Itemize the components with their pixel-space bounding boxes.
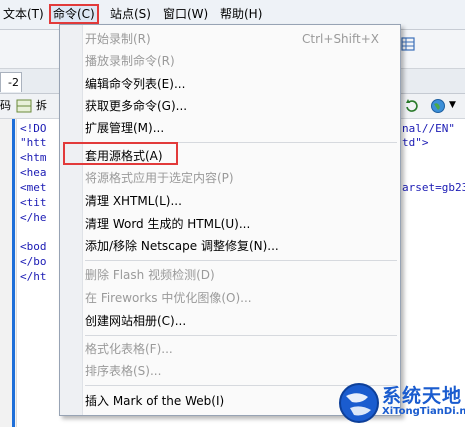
menu-text[interactable]: 文本(T) [3,6,44,22]
menu-item-play-recording[interactable]: 播放录制命令(R) [85,51,175,71]
menu-item-create-web-photo-album[interactable]: 创建网站相册(C)... [85,311,186,331]
code-fragment: arset=gb23 [402,181,465,194]
code-line: </ht [20,270,47,283]
shortcut-label: Ctrl+Shift+X [302,32,379,46]
code-fragment: nal//EN" [402,122,455,135]
gutter-marker [12,119,15,427]
code-line: "htt [20,136,47,149]
menu-help[interactable]: 帮助(H) [220,6,262,22]
menu-item-insert-mark-of-the-web[interactable]: 插入 Mark of the Web(I) [85,391,224,411]
watermark-subtitle: XiTongTianDi.net [382,406,465,417]
split-view-button[interactable]: 拆 [36,97,47,115]
menu-site[interactable]: 站点(S) [110,6,151,22]
menu-item-get-more-commands[interactable]: 获取更多命令(G)... [85,96,187,116]
menu-item-edit-command-list[interactable]: 编辑命令列表(E)... [85,74,185,94]
highlight-box [63,142,178,165]
code-line: </bo [20,255,47,268]
code-line: <met [20,181,47,194]
menu-item-remove-flash-detection[interactable]: 删除 Flash 视频检测(D) [85,265,215,285]
refresh-icon[interactable] [404,98,420,114]
menu-item-clean-word-html[interactable]: 清理 Word 生成的 HTML(U)... [85,214,250,234]
menu-item-start-recording[interactable]: 开始录制(R) [85,29,151,49]
code-line: <tit [20,196,47,209]
menu-item-apply-formatting-to-selection[interactable]: 将源格式应用于选定内容(P) [85,168,234,188]
menu-window[interactable]: 窗口(W) [163,6,208,22]
grid-icon[interactable] [400,36,416,52]
watermark-logo: 系统天地 XiTongTianDi.net [338,380,465,427]
code-line: <htm [20,151,47,164]
menu-item-netscape-resize-fix[interactable]: 添加/移除 Netscape 调整修复(N)... [85,236,279,256]
menu-item-sort-table[interactable]: 排序表格(S)... [85,361,161,381]
code-fragment: td"> [402,136,429,149]
menu-item-extension-manager[interactable]: 扩展管理(M)... [85,118,164,138]
split-view-icon [16,99,32,113]
menu-icon-gutter [60,25,83,415]
watermark-title: 系统天地 [382,385,463,407]
document-tab[interactable]: -2 [0,72,22,92]
menu-separator [85,335,397,336]
globe-icon[interactable] [430,98,446,114]
menu-separator [85,260,397,261]
globe-logo-icon [339,383,379,423]
menu-commands[interactable]: 命令(C) [49,4,99,24]
commands-dropdown-menu: 开始录制(R) Ctrl+Shift+X 播放录制命令(R) 编辑命令列表(E)… [59,24,401,416]
code-view-button[interactable]: 码 [0,97,11,115]
code-line: <hea [20,166,47,179]
menu-item-format-table[interactable]: 格式化表格(F)... [85,339,173,359]
menu-item-clean-xhtml[interactable]: 清理 XHTML(L)... [85,191,182,211]
code-line: <!DO [20,122,47,135]
code-line: </he [20,211,47,224]
dropdown-arrow-icon[interactable]: ▼ [449,100,456,110]
menu-item-optimize-in-fireworks[interactable]: 在 Fireworks 中优化图像(O)... [85,288,252,308]
code-line: <bod [20,240,47,253]
